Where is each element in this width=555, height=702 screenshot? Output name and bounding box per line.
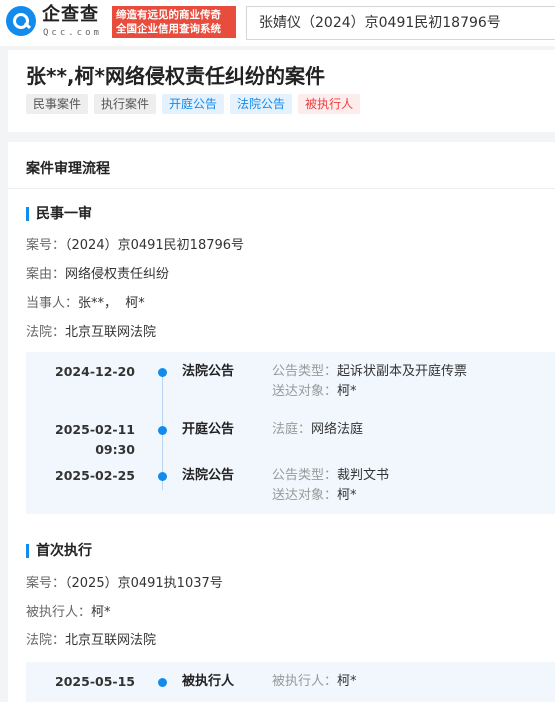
civil-timeline: 2024-12-20 法院公告 公告类型：起诉状副本及开庭传票 送达对象：柯* … [26,352,555,514]
timeline-dot-icon [158,426,167,435]
timeline-detail: 公告类型：起诉状副本及开庭传票 送达对象：柯* [272,364,468,399]
tag-execution-case[interactable]: 执行案件 [94,94,157,114]
tag-judgment-debtor[interactable]: 被执行人 [298,94,361,114]
exec-debtor: 被执行人：柯* [26,605,111,620]
timeline-event-type[interactable]: 法院公告 [182,466,234,486]
timeline-date: 2025-02-11 09:30 [55,422,135,457]
timeline-date: 2025-02-25 [55,468,135,483]
tag-hearing-notice[interactable]: 开庭公告 [162,94,225,114]
civil-cause: 案由：网络侵权责任纠纷 [26,267,170,282]
civil-first-instance-title: 民事一审 [26,206,92,222]
exec-court: 法院：北京互联网法院 [26,633,157,648]
timeline-event-type[interactable]: 法院公告 [182,362,234,382]
slogan-line-1: 缔造有远见的商业传奇 [116,9,221,21]
slogan-line-2: 全国企业信用查询系统 [116,23,221,35]
timeline-detail: 公告类型：裁判文书 送达对象：柯* [272,468,390,503]
brand-domain: Qcc.com [43,28,102,38]
search-input[interactable]: 张婧仪（2024）京0491民初18796号 [246,6,555,40]
timeline-dot-icon [158,678,167,687]
civil-court: 法院：北京互联网法院 [26,325,157,340]
timeline-detail: 被执行人：柯* [272,674,357,689]
timeline-date: 2025-05-15 [55,674,135,689]
case-title: 张**,柯*网络侵权责任纠纷的案件 [26,64,325,88]
section-title: 案件审理流程 [26,161,110,177]
section-divider [8,188,555,189]
case-process-card: 案件审理流程 民事一审 案号：（2024）京0491民初18796号 案由：网络… [8,142,555,702]
qcc-logo-icon[interactable] [6,6,36,36]
timeline-date: 2024-12-20 [55,364,135,379]
case-header-card: 张**,柯*网络侵权责任纠纷的案件 民事案件 执行案件 开庭公告 法院公告 被执… [8,50,555,132]
top-header: 企查查 Qcc.com 缔造有远见的商业传奇 全国企业信用查询系统 张婧仪（20… [0,0,555,46]
tag-civil-case[interactable]: 民事案件 [26,94,89,114]
tag-court-notice[interactable]: 法院公告 [230,94,293,114]
civil-case-number: 案号：（2024）京0491民初18796号 [26,238,245,253]
timeline-event-type[interactable]: 被执行人 [182,672,234,692]
brand-name[interactable]: 企查查 [42,5,99,25]
slogan-banner: 缔造有远见的商业传奇 全国企业信用查询系统 [112,6,236,38]
exec-timeline: 2025-05-15 被执行人 被执行人：柯* [26,662,555,702]
timeline-event-type[interactable]: 开庭公告 [182,420,234,440]
timeline-detail: 法庭：网络法庭 [272,422,364,437]
timeline-dot-icon [158,368,167,377]
first-execution-title: 首次执行 [26,543,92,559]
civil-parties: 当事人：张**， 柯* [26,296,145,311]
case-tags: 民事案件 执行案件 开庭公告 法院公告 被执行人 [26,94,361,114]
exec-case-number: 案号：（2025）京0491执1037号 [26,576,223,591]
timeline-dot-icon [158,472,167,481]
